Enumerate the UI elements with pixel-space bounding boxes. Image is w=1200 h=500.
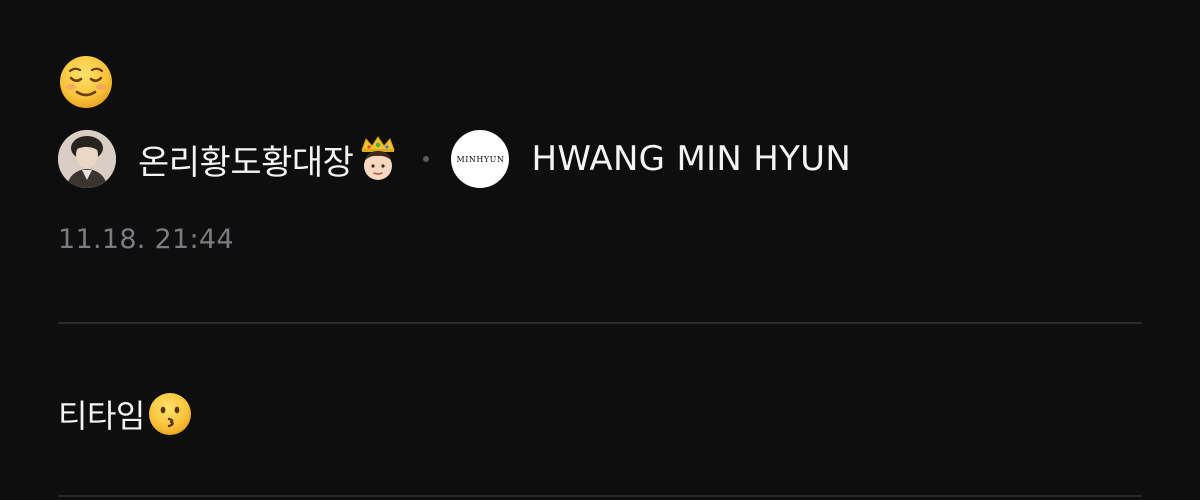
avatar[interactable]	[58, 130, 116, 188]
comment-page: 온리황도황대장 MINHYUN HWANG MIN HYUN 11.18. 21…	[0, 0, 1200, 500]
channel-logo[interactable]: MINHYUN	[451, 130, 510, 188]
user-avatar-photo-icon	[58, 130, 116, 188]
message-row: 티타임	[58, 386, 193, 442]
channel-name[interactable]: HWANG MIN HYUN	[531, 139, 851, 179]
author-name[interactable]: 온리황도황대장	[138, 135, 354, 184]
author-row: 온리황도황대장 MINHYUN HWANG MIN HYUN	[58, 128, 851, 190]
divider-bottom	[58, 495, 1142, 497]
crown-face-emoji-icon	[361, 136, 396, 180]
divider	[58, 322, 1142, 324]
separator-dot	[423, 156, 430, 162]
channel-logo-text: MINHYUN	[456, 154, 505, 164]
post-timestamp: 11.18. 21:44	[58, 224, 234, 255]
message-text: 티타임	[58, 397, 145, 435]
kissing-face-emoji-icon	[148, 393, 191, 435]
relieved-face-emoji-icon	[60, 56, 112, 108]
